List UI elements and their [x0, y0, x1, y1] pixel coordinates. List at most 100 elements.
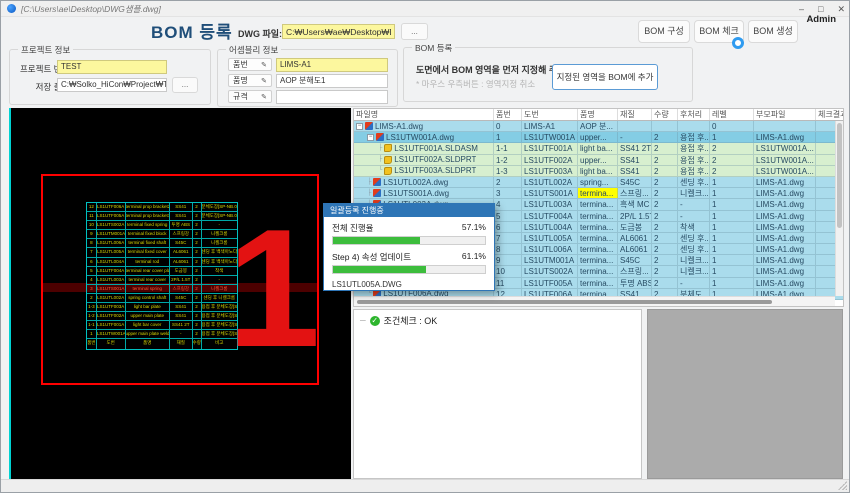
- grid-cell: 2: [710, 166, 754, 176]
- current-file-label: LS1UTL005A.DWG: [332, 280, 486, 289]
- grid-cell: 1-1: [494, 143, 522, 153]
- cad-table-cell: LS1UTF005A: [97, 212, 126, 220]
- cad-table-cell: 2: [193, 312, 202, 320]
- bom-build-button[interactable]: BOM 구성: [638, 20, 690, 43]
- edit-pencil-icon: ✎: [261, 61, 267, 69]
- grid-cell: 투명 ABS: [618, 278, 652, 288]
- grid-cell: LS1UTF001A: [522, 143, 578, 153]
- user-label: Admin: [806, 14, 836, 25]
- folder-browse-button[interactable]: ...: [172, 77, 198, 93]
- cad-table-cell: terminal prop bracket2: [126, 203, 170, 211]
- condition-check-text: 조건체크 : OK: [384, 314, 438, 327]
- grid-cell: 2: [652, 155, 678, 165]
- grid-cell: SS41 2T: [618, 143, 652, 153]
- cad-table-cell: 도금봉: [170, 267, 193, 275]
- grid-cell: LIMS-A1.dwg: [754, 199, 816, 209]
- tree-expander-icon[interactable]: −: [356, 123, 363, 130]
- grid-cell: LIMS-A1.dwg: [754, 188, 816, 198]
- close-button[interactable]: ✕: [837, 1, 845, 17]
- dwg-browse-button[interactable]: ...: [401, 23, 428, 40]
- minimize-button[interactable]: –: [799, 1, 804, 17]
- grid-cell: LS1UTL004A: [522, 222, 578, 232]
- preview-panel: [647, 309, 843, 479]
- spec-label-button[interactable]: 규격✎: [228, 90, 272, 103]
- grid-cell: [678, 121, 710, 131]
- cad-table-cell: AL6061: [170, 258, 193, 266]
- cad-viewport[interactable]: 12LS1UTF006Aterminal prop bracket2SS412분…: [9, 108, 351, 479]
- cad-table-cell: 수량: [193, 339, 202, 348]
- grid-horizontal-scrollbar[interactable]: [354, 296, 835, 306]
- condition-check-item[interactable]: ─ ✓ 조건체크 : OK: [354, 310, 641, 327]
- cad-table-cell: 9: [87, 230, 97, 238]
- grid-cell: AOP 분...: [578, 121, 618, 131]
- part-name-label-button[interactable]: 품명✎: [228, 74, 272, 87]
- solidworks-file-icon: [384, 144, 392, 152]
- cad-table-cell: 1-3: [87, 303, 97, 311]
- cad-table-cell: terminal spring: [126, 285, 170, 293]
- table-row[interactable]: └LS1UTF003A.SLDPRT1-3LS1UTF003Alight ba.…: [354, 166, 843, 177]
- grid-cell: −LS1UTW001A.dwg: [354, 132, 494, 142]
- grid-column-header: 부모파일: [754, 109, 816, 120]
- cad-table-cell: LS1UTL002A: [97, 294, 126, 302]
- grid-cell: LS1UTF003A: [522, 166, 578, 176]
- table-row[interactable]: ├LS1UTF001A.SLDASM1-1LS1UTF001Alight ba.…: [354, 143, 843, 154]
- overall-progress-fill: [333, 237, 420, 244]
- batch-progress-dialog: 일괄등록 진행중 전체 진행율 57.1% Step 4) 속성 업데이트 61…: [323, 203, 495, 291]
- grid-cell: 9: [494, 255, 522, 265]
- save-folder-field[interactable]: C:₩Solko_HiCon₩Project₩TEST: [57, 78, 167, 92]
- horizontal-scroll-thumb[interactable]: [357, 300, 772, 304]
- cad-table-cell: 투명 ABS: [170, 221, 193, 229]
- grid-cell: [652, 121, 678, 131]
- grid-cell: 용접 후...: [678, 166, 710, 176]
- resize-grip[interactable]: [838, 481, 847, 490]
- grid-vertical-scrollbar[interactable]: [835, 121, 843, 296]
- cad-table-cell: 2: [193, 221, 202, 229]
- cad-table-cell: LS1UTF002A: [97, 312, 126, 320]
- grid-cell: [754, 121, 816, 131]
- cad-table-row: 4LS1UTL003Aterminal rear cover2P/L 1.5T2…: [87, 276, 237, 285]
- dwg-file-input[interactable]: [282, 24, 395, 39]
- grid-cell: termina...: [578, 199, 618, 209]
- grid-cell: 2: [494, 177, 522, 187]
- tree-connector: └: [378, 166, 382, 176]
- grid-cell: 스프링...: [618, 188, 652, 198]
- app-window: [C:\Users\ae\Desktop\DWG샘플.dwg] – □ ✕ BO…: [0, 0, 850, 493]
- cad-table-row: 품번도번품명재질수량비고: [87, 339, 237, 348]
- cad-table-cell: 2P/L 1.5T: [170, 276, 193, 284]
- table-row[interactable]: ├LS1UTL002A.dwg2LS1UTL002Aspring...S45C2…: [354, 177, 843, 188]
- grid-cell: ├LS1UTL002A.dwg: [354, 177, 494, 187]
- part-no-field[interactable]: LIMS-A1: [276, 58, 388, 72]
- table-row[interactable]: −LS1UTW001A.dwg1LS1UTW001Aupper...-2용접 후…: [354, 132, 843, 143]
- file-name: LS1UTF001A.SLDASM: [394, 143, 478, 153]
- project-no-field[interactable]: TEST: [57, 60, 167, 74]
- grid-cell: 1: [710, 266, 754, 276]
- grid-cell: termina...: [578, 278, 618, 288]
- grid-cell: 용접 후...: [678, 155, 710, 165]
- vertical-scroll-thumb[interactable]: [837, 123, 842, 228]
- overall-progress-bar: [332, 236, 486, 245]
- grid-cell: 스프링...: [618, 266, 652, 276]
- grid-cell: 흑색 MC: [618, 199, 652, 209]
- cad-table-cell: LS1UTF001A: [97, 321, 126, 329]
- cad-table-row: 3LS1UTS001Aterminal spring스프링강2니켈크롬: [87, 285, 237, 294]
- edit-pencil-icon: ✎: [261, 77, 267, 85]
- tree-expander-icon[interactable]: −: [367, 134, 374, 141]
- step-progress-percent: 61.1%: [462, 251, 486, 263]
- table-row[interactable]: ├LS1UTS001A.dwg3LS1UTS001Atermina...스프링.…: [354, 188, 843, 199]
- cad-table-cell: 2: [87, 294, 97, 302]
- app-icon: [7, 4, 16, 13]
- part-no-label-button[interactable]: 품번✎: [228, 58, 272, 71]
- grid-cell: 1: [710, 244, 754, 254]
- grid-column-header: 레벨: [710, 109, 754, 120]
- table-row[interactable]: −LIMS-A1.dwg0LIMS-A1AOP 분...0: [354, 121, 843, 132]
- bom-generate-button[interactable]: BOM 생성: [748, 20, 798, 43]
- part-name-field[interactable]: AOP 분해도1: [276, 74, 388, 88]
- cad-table-cell: 2: [193, 321, 202, 329]
- cad-table-cell: 2: [193, 276, 202, 284]
- grid-cell: 용접 후...: [678, 143, 710, 153]
- add-area-to-bom-button[interactable]: 지정된 영역을 BOM에 추가: [552, 64, 658, 90]
- cad-table-row: 5LS1UTF004Aterminal rear cover plate도금봉2…: [87, 267, 237, 276]
- cad-table-cell: 2: [193, 258, 202, 266]
- table-row[interactable]: ├LS1UTF002A.SLDPRT1-2LS1UTF002Aupper...S…: [354, 155, 843, 166]
- spec-field[interactable]: [276, 90, 388, 104]
